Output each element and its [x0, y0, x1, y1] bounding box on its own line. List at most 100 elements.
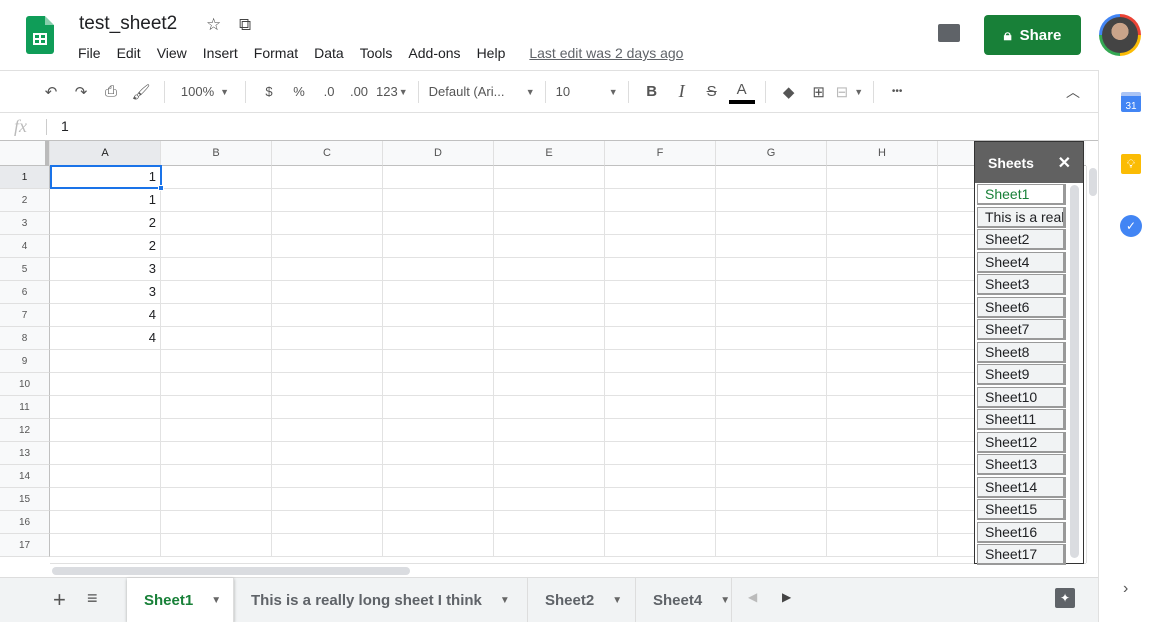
cell[interactable] [716, 189, 827, 212]
cell[interactable] [494, 189, 605, 212]
row-header[interactable]: 13 [0, 442, 50, 465]
cell[interactable] [383, 189, 494, 212]
undo-icon[interactable]: ↶ [38, 78, 64, 106]
selected-cell[interactable] [50, 165, 164, 191]
cell[interactable] [161, 419, 272, 442]
cell[interactable] [827, 396, 938, 419]
cell[interactable] [605, 350, 716, 373]
cell[interactable] [716, 442, 827, 465]
cell[interactable] [605, 419, 716, 442]
cell[interactable] [605, 258, 716, 281]
cell[interactable] [161, 304, 272, 327]
cell[interactable] [272, 189, 383, 212]
row-header[interactable]: 16 [0, 511, 50, 534]
cell[interactable] [272, 166, 383, 189]
sheet-tab[interactable]: This is a really long sheet I think ▼ [234, 578, 528, 622]
cell[interactable]: 4 [50, 327, 161, 350]
cell[interactable] [383, 488, 494, 511]
avatar[interactable] [1099, 14, 1141, 56]
font-size-select[interactable]: 10 ▼ [556, 78, 618, 106]
cell[interactable] [827, 465, 938, 488]
cell[interactable]: 3 [50, 281, 161, 304]
cell[interactable]: 4 [50, 304, 161, 327]
cell[interactable]: 2 [50, 212, 161, 235]
cell[interactable] [494, 396, 605, 419]
chevron-down-icon[interactable]: ▼ [500, 595, 510, 606]
close-icon[interactable]: ✕ [1058, 153, 1071, 173]
cell[interactable] [383, 166, 494, 189]
cell[interactable] [383, 304, 494, 327]
cell[interactable] [161, 189, 272, 212]
cell[interactable] [383, 534, 494, 557]
row-header[interactable]: 2 [0, 189, 50, 212]
cell[interactable] [383, 235, 494, 258]
calendar-icon[interactable]: 31 [1121, 92, 1141, 112]
row-header[interactable]: 14 [0, 465, 50, 488]
cell[interactable] [827, 373, 938, 396]
cell[interactable] [494, 235, 605, 258]
cell[interactable] [50, 465, 161, 488]
cell[interactable] [272, 534, 383, 557]
cell[interactable] [827, 327, 938, 350]
cell[interactable] [383, 258, 494, 281]
borders-icon[interactable]: ⊞ [806, 78, 832, 106]
cell[interactable] [50, 442, 161, 465]
cell[interactable] [383, 442, 494, 465]
sheet-tab[interactable]: Sheet2 ▼ [528, 578, 636, 622]
menu-addons[interactable]: Add-ons [408, 45, 460, 61]
row-header[interactable]: 15 [0, 488, 50, 511]
cell[interactable] [494, 281, 605, 304]
row-header[interactable]: 9 [0, 350, 50, 373]
more-options-button[interactable]: ••• [884, 78, 910, 106]
font-select[interactable]: Default (Ari... ▼ [429, 78, 535, 106]
cell[interactable] [716, 419, 827, 442]
column-header[interactable]: D [383, 141, 494, 166]
row-header[interactable]: 6 [0, 281, 50, 304]
fill-color-icon[interactable]: ◆ [776, 78, 802, 106]
row-header[interactable]: 11 [0, 396, 50, 419]
sheets-list-item[interactable]: Sheet16 [977, 521, 1066, 543]
row-header[interactable]: 17 [0, 534, 50, 557]
cell[interactable] [827, 189, 938, 212]
cell[interactable] [716, 304, 827, 327]
cell[interactable] [716, 465, 827, 488]
sheets-list-item[interactable]: Sheet13 [977, 454, 1066, 475]
sheets-list-item[interactable]: Sheet10 [977, 386, 1066, 408]
cell[interactable] [494, 534, 605, 557]
chevron-down-icon[interactable]: ▼ [720, 595, 730, 606]
cell[interactable] [716, 396, 827, 419]
scroll-tabs-left-icon[interactable]: ◀ [748, 590, 757, 604]
cell[interactable] [161, 281, 272, 304]
cell[interactable] [494, 166, 605, 189]
cell[interactable] [494, 350, 605, 373]
cell[interactable] [272, 235, 383, 258]
row-header[interactable]: 5 [0, 258, 50, 281]
cell[interactable] [494, 465, 605, 488]
cell[interactable] [272, 511, 383, 534]
italic-button[interactable]: I [669, 78, 695, 106]
comment-icon[interactable] [938, 24, 960, 42]
percent-button[interactable]: % [286, 78, 312, 106]
cell[interactable] [161, 534, 272, 557]
sheets-list-item[interactable]: Sheet8 [977, 341, 1066, 363]
cell[interactable] [827, 281, 938, 304]
row-header[interactable]: 8 [0, 327, 50, 350]
cell[interactable] [272, 350, 383, 373]
horizontal-scrollbar[interactable] [50, 563, 1086, 577]
cell[interactable] [494, 258, 605, 281]
cell[interactable] [161, 373, 272, 396]
cell[interactable] [605, 327, 716, 350]
cell[interactable] [50, 488, 161, 511]
sheets-list-scrollbar[interactable] [1070, 185, 1079, 558]
cell[interactable] [161, 396, 272, 419]
menu-view[interactable]: View [157, 45, 187, 61]
fill-handle[interactable] [158, 185, 164, 191]
cell[interactable] [272, 304, 383, 327]
cell[interactable] [716, 212, 827, 235]
cell[interactable] [272, 212, 383, 235]
sheets-list-item[interactable]: Sheet17 [977, 544, 1066, 565]
menu-help[interactable]: Help [477, 45, 506, 61]
menu-tools[interactable]: Tools [360, 45, 393, 61]
cell[interactable] [383, 373, 494, 396]
cell[interactable] [716, 534, 827, 557]
